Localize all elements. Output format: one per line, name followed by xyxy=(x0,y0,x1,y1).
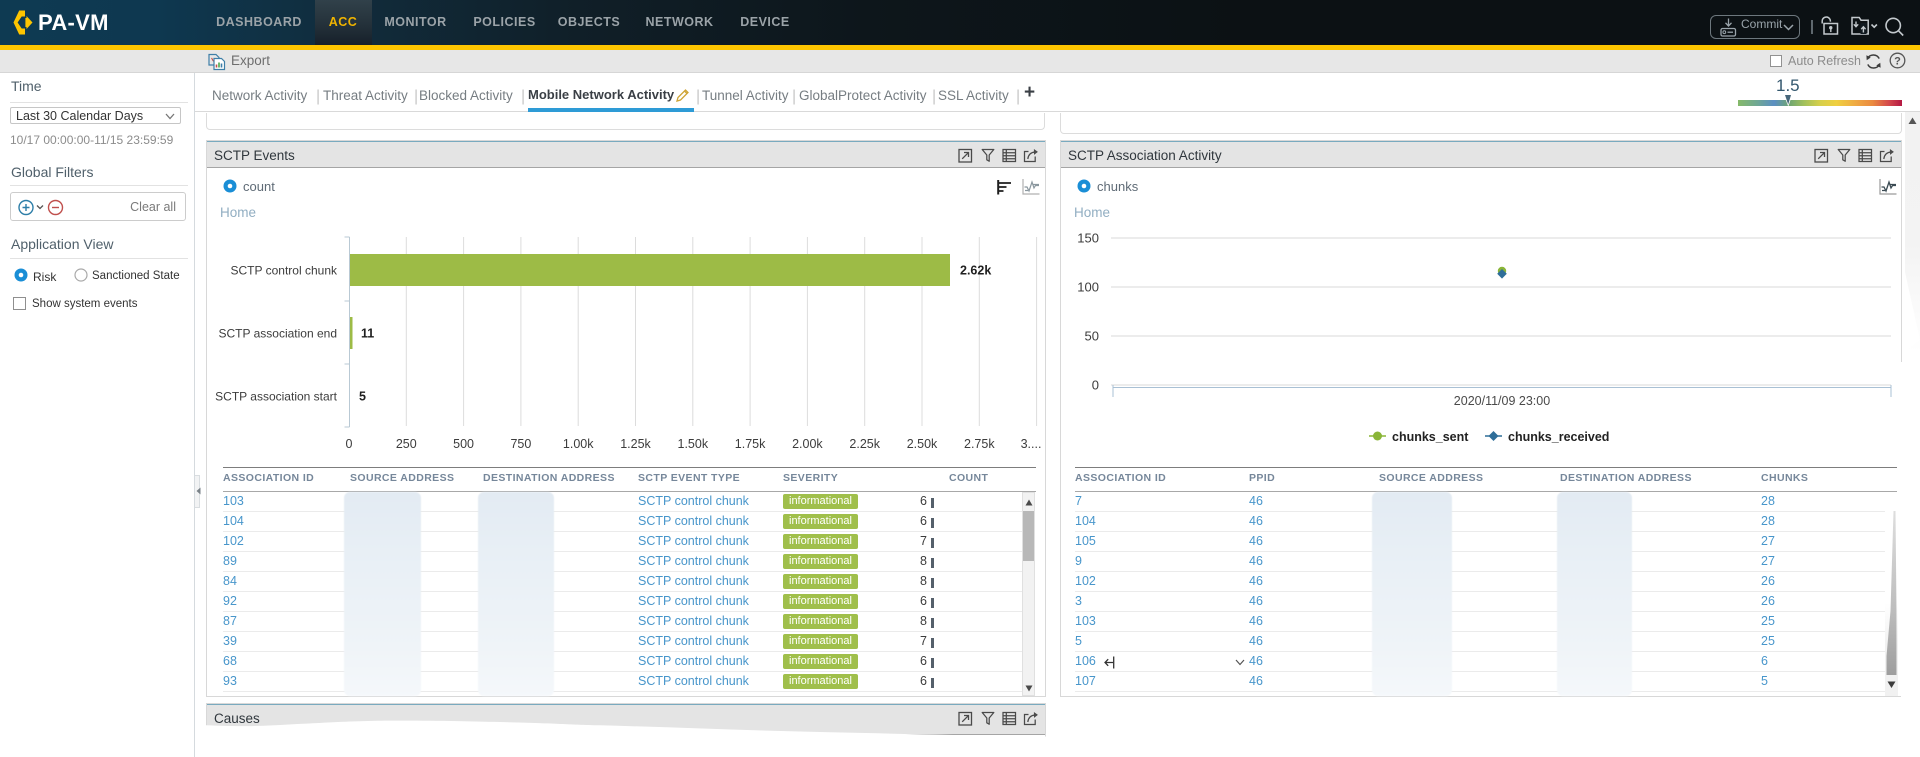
svg-text:2.00k: 2.00k xyxy=(792,437,823,451)
svg-text:1.25k: 1.25k xyxy=(620,437,651,451)
svg-text:?: ? xyxy=(1894,56,1901,68)
svg-text:2020/11/09 23:00: 2020/11/09 23:00 xyxy=(1454,394,1550,408)
svg-text:3....: 3.... xyxy=(1021,437,1042,451)
svg-text:50: 50 xyxy=(1085,329,1099,344)
svg-text:0: 0 xyxy=(346,437,353,451)
svg-text:SCTP control chunk: SCTP control chunk xyxy=(231,264,338,278)
svg-text:2.62k: 2.62k xyxy=(960,264,991,278)
svg-text:1.50k: 1.50k xyxy=(678,437,709,451)
svg-text:1.75k: 1.75k xyxy=(735,437,766,451)
svg-text:500: 500 xyxy=(453,437,474,451)
svg-text:SCTP association start: SCTP association start xyxy=(215,390,337,404)
svg-text:100: 100 xyxy=(1077,280,1099,295)
svg-text:250: 250 xyxy=(396,437,417,451)
svg-text:1.00k: 1.00k xyxy=(563,437,594,451)
svg-text:750: 750 xyxy=(510,437,531,451)
svg-text:2.50k: 2.50k xyxy=(907,437,938,451)
svg-text:SCTP association end: SCTP association end xyxy=(218,327,337,341)
svg-text:2.25k: 2.25k xyxy=(849,437,880,451)
svg-text:5: 5 xyxy=(359,390,366,404)
svg-text:0: 0 xyxy=(1092,378,1099,393)
svg-text:chunks_received: chunks_received xyxy=(1508,430,1609,444)
svg-text:chunks_sent: chunks_sent xyxy=(1392,430,1469,444)
svg-text:150: 150 xyxy=(1077,231,1099,246)
svg-text:11: 11 xyxy=(361,327,374,341)
svg-text:2.75k: 2.75k xyxy=(964,437,995,451)
